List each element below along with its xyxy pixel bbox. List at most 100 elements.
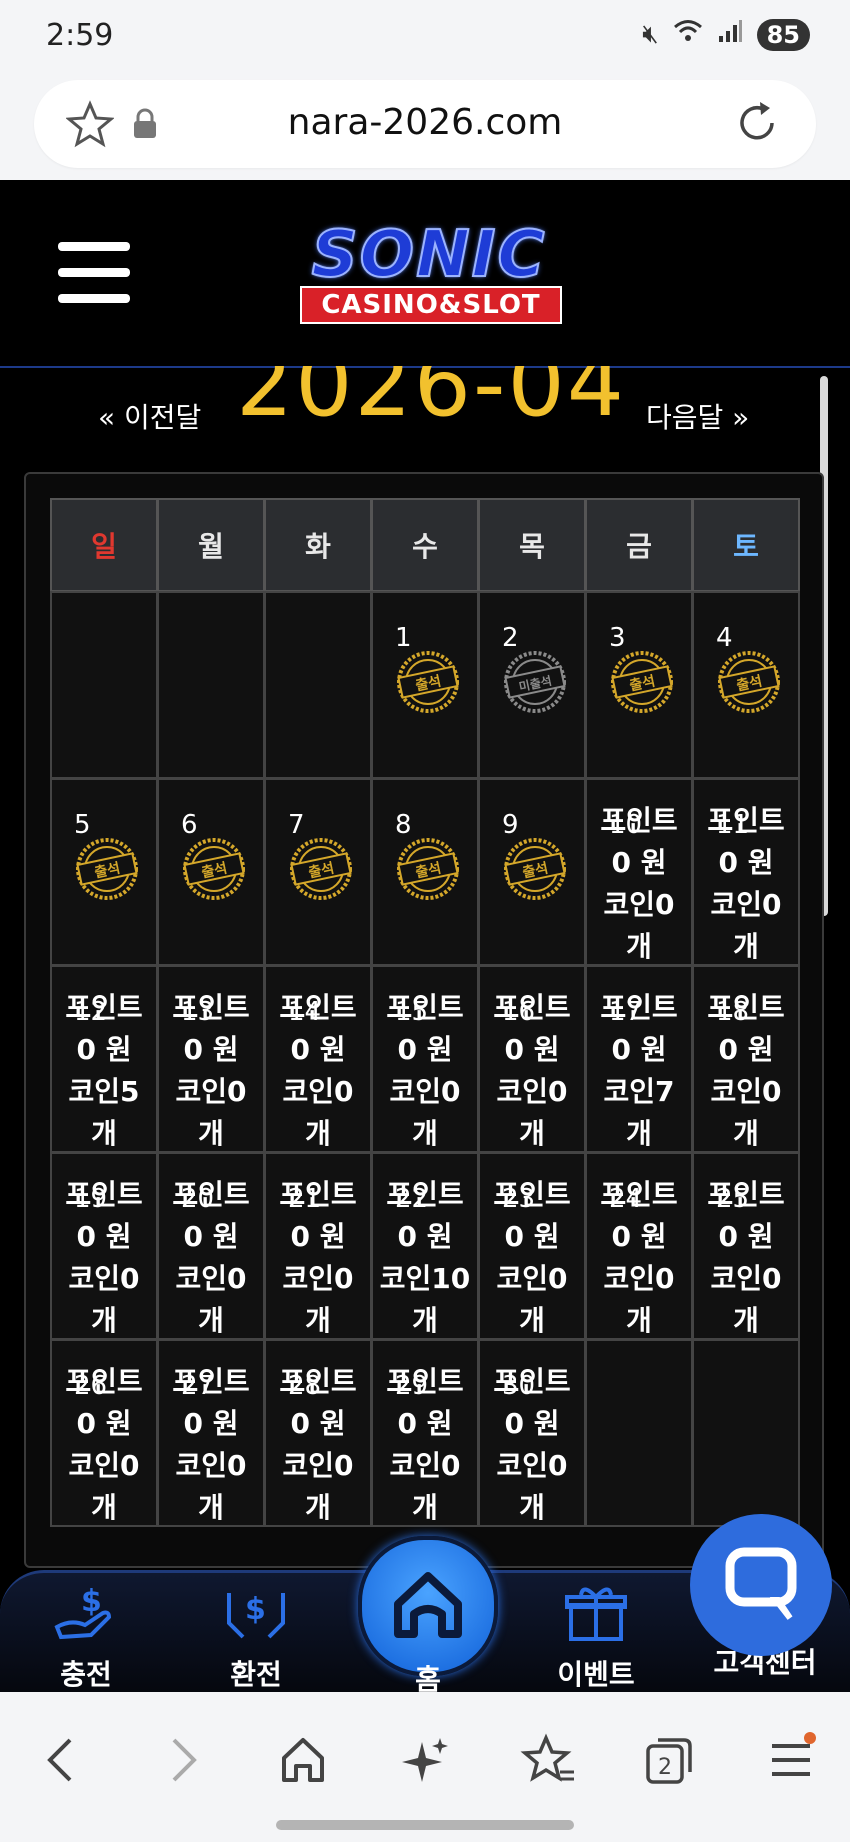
nav-event[interactable]: 이벤트 — [536, 1583, 656, 1693]
points-label: 포인트 — [172, 991, 250, 1024]
attended-stamp-icon: 출석 — [397, 838, 459, 900]
calendar-day: 14 포인트 0 원 코인0 개 — [264, 965, 372, 1153]
next-month-link[interactable]: 다음달 » — [646, 396, 749, 436]
points-value: 0 원 — [611, 1220, 667, 1253]
points-value: 0 원 — [504, 1220, 560, 1253]
attended-stamp-icon: 출석 — [76, 838, 138, 900]
calendar-day: 7 출석 — [264, 778, 372, 966]
coin-value: 코인0 개 — [496, 1075, 568, 1150]
calendar-empty-cell — [157, 591, 265, 779]
points-label: 포인트 — [493, 1178, 571, 1211]
points-label: 포인트 — [279, 991, 357, 1024]
exchange-icon: $ — [227, 1592, 285, 1639]
calendar-day: 28 포인트 0 원 코인0 개 — [264, 1339, 372, 1527]
weekday-header: 일 — [50, 498, 158, 592]
points-value: 0 원 — [504, 1407, 560, 1440]
points-value: 0 원 — [718, 1220, 774, 1253]
coin-value: 코인0 개 — [710, 888, 782, 963]
calendar-day: 18 포인트 0 원 코인0 개 — [692, 965, 800, 1153]
absent-stamp-icon: 미출석 — [504, 651, 566, 713]
site-header: SONIC CASINO&SLOT — [0, 180, 850, 368]
points-value: 0 원 — [183, 1220, 239, 1253]
wifi-icon — [673, 18, 703, 51]
coin-value: 코인5 개 — [68, 1075, 140, 1150]
menu-browser-icon[interactable] — [766, 1732, 816, 1792]
calendar-day: 1 출석 — [371, 591, 479, 779]
points-label: 포인트 — [600, 991, 678, 1024]
calendar-day: 8 출석 — [371, 778, 479, 966]
site-logo[interactable]: SONIC CASINO&SLOT — [276, 217, 582, 324]
calendar-day: 5 출석 — [50, 778, 158, 966]
points-label: 포인트 — [493, 1365, 571, 1398]
day-rewards: 포인트 0 원 코인0 개 — [159, 987, 263, 1151]
points-value: 0 원 — [290, 1220, 346, 1253]
calendar-empty-cell — [50, 591, 158, 779]
calendar-empty-cell — [585, 1339, 693, 1527]
points-value: 0 원 — [504, 1033, 560, 1066]
points-value: 0 원 — [718, 1033, 774, 1066]
forward-icon[interactable] — [164, 1732, 204, 1792]
tabs-icon[interactable]: 2 — [644, 1732, 696, 1792]
points-label: 포인트 — [386, 991, 464, 1024]
day-rewards: 포인트 0 원 코인0 개 — [587, 800, 691, 964]
menu-icon[interactable] — [58, 242, 130, 304]
coin-value: 코인0 개 — [282, 1262, 354, 1337]
nav-home-button[interactable]: 홈 — [358, 1536, 498, 1696]
month-navigation: « 이전달 2026-04 다음달 » — [0, 366, 850, 456]
day-rewards: 포인트 0 원 코인7 개 — [587, 987, 691, 1151]
day-rewards: 포인트 0 원 코인0 개 — [159, 1174, 263, 1338]
gift-icon — [565, 1587, 627, 1641]
attended-stamp-icon: 출석 — [183, 838, 245, 900]
points-label: 포인트 — [707, 1178, 785, 1211]
points-label: 포인트 — [65, 1365, 143, 1398]
nav-charge[interactable]: $ 충전 — [26, 1583, 146, 1693]
calendar-day: 22 포인트 0 원 코인10 개 — [371, 1152, 479, 1340]
attended-stamp-icon: 출석 — [290, 838, 352, 900]
calendar-day: 29 포인트 0 원 코인0 개 — [371, 1339, 479, 1527]
day-rewards: 포인트 0 원 코인0 개 — [480, 1361, 584, 1525]
address-bar[interactable]: nara-2026.com — [34, 80, 816, 168]
day-rewards: 포인트 0 원 코인5 개 — [52, 987, 156, 1151]
reload-icon[interactable] — [732, 98, 782, 152]
points-value: 0 원 — [718, 846, 774, 879]
points-label: 포인트 — [65, 1178, 143, 1211]
prev-month-link[interactable]: « 이전달 — [98, 396, 201, 436]
attendance-calendar: 일 월 화 수 목 금 토 1 출석 2 미출석 3 출석 4 출석 5 출석 6 출석 7 출석 8 출석 9 출석 10 포인트… — [50, 498, 800, 1527]
chat-button[interactable] — [690, 1514, 832, 1656]
calendar-day: 26 포인트 0 원 코인0 개 — [50, 1339, 158, 1527]
day-rewards: 포인트 0 원 코인0 개 — [694, 800, 798, 964]
coin-value: 코인0 개 — [603, 1262, 675, 1337]
charge-icon: $ — [54, 1584, 112, 1640]
browser-bottom-bar: 2 — [0, 1692, 850, 1842]
sparkle-icon[interactable] — [400, 1732, 450, 1792]
weekday-header: 화 — [264, 498, 372, 592]
calendar-day: 24 포인트 0 원 코인0 개 — [585, 1152, 693, 1340]
points-label: 포인트 — [386, 1365, 464, 1398]
points-value: 0 원 — [183, 1407, 239, 1440]
coin-value: 코인0 개 — [389, 1449, 461, 1524]
coin-value: 코인0 개 — [68, 1449, 140, 1524]
weekday-header: 목 — [478, 498, 586, 592]
calendar-day: 10 포인트 0 원 코인0 개 — [585, 778, 693, 966]
calendar-day: 16 포인트 0 원 코인0 개 — [478, 965, 586, 1153]
points-label: 포인트 — [279, 1365, 357, 1398]
home-browser-icon[interactable] — [278, 1732, 328, 1792]
points-value: 0 원 — [397, 1220, 453, 1253]
points-value: 0 원 — [183, 1033, 239, 1066]
calendar-day: 17 포인트 0 원 코인7 개 — [585, 965, 693, 1153]
coin-value: 코인0 개 — [710, 1075, 782, 1150]
points-value: 0 원 — [76, 1220, 132, 1253]
logo-title: SONIC — [311, 217, 547, 293]
bookmarks-icon[interactable] — [520, 1732, 576, 1792]
calendar-day: 20 포인트 0 원 코인0 개 — [157, 1152, 265, 1340]
home-icon — [394, 1572, 462, 1638]
day-rewards: 포인트 0 원 코인0 개 — [52, 1361, 156, 1525]
url-text[interactable]: nara-2026.com — [34, 102, 816, 143]
status-time: 2:59 — [46, 18, 114, 53]
nav-exchange[interactable]: $ 환전 — [196, 1583, 316, 1693]
signal-icon — [717, 18, 743, 51]
back-icon[interactable] — [40, 1732, 80, 1792]
points-value: 0 원 — [397, 1407, 453, 1440]
points-label: 포인트 — [386, 1178, 464, 1211]
coin-value: 코인10 개 — [379, 1262, 471, 1337]
